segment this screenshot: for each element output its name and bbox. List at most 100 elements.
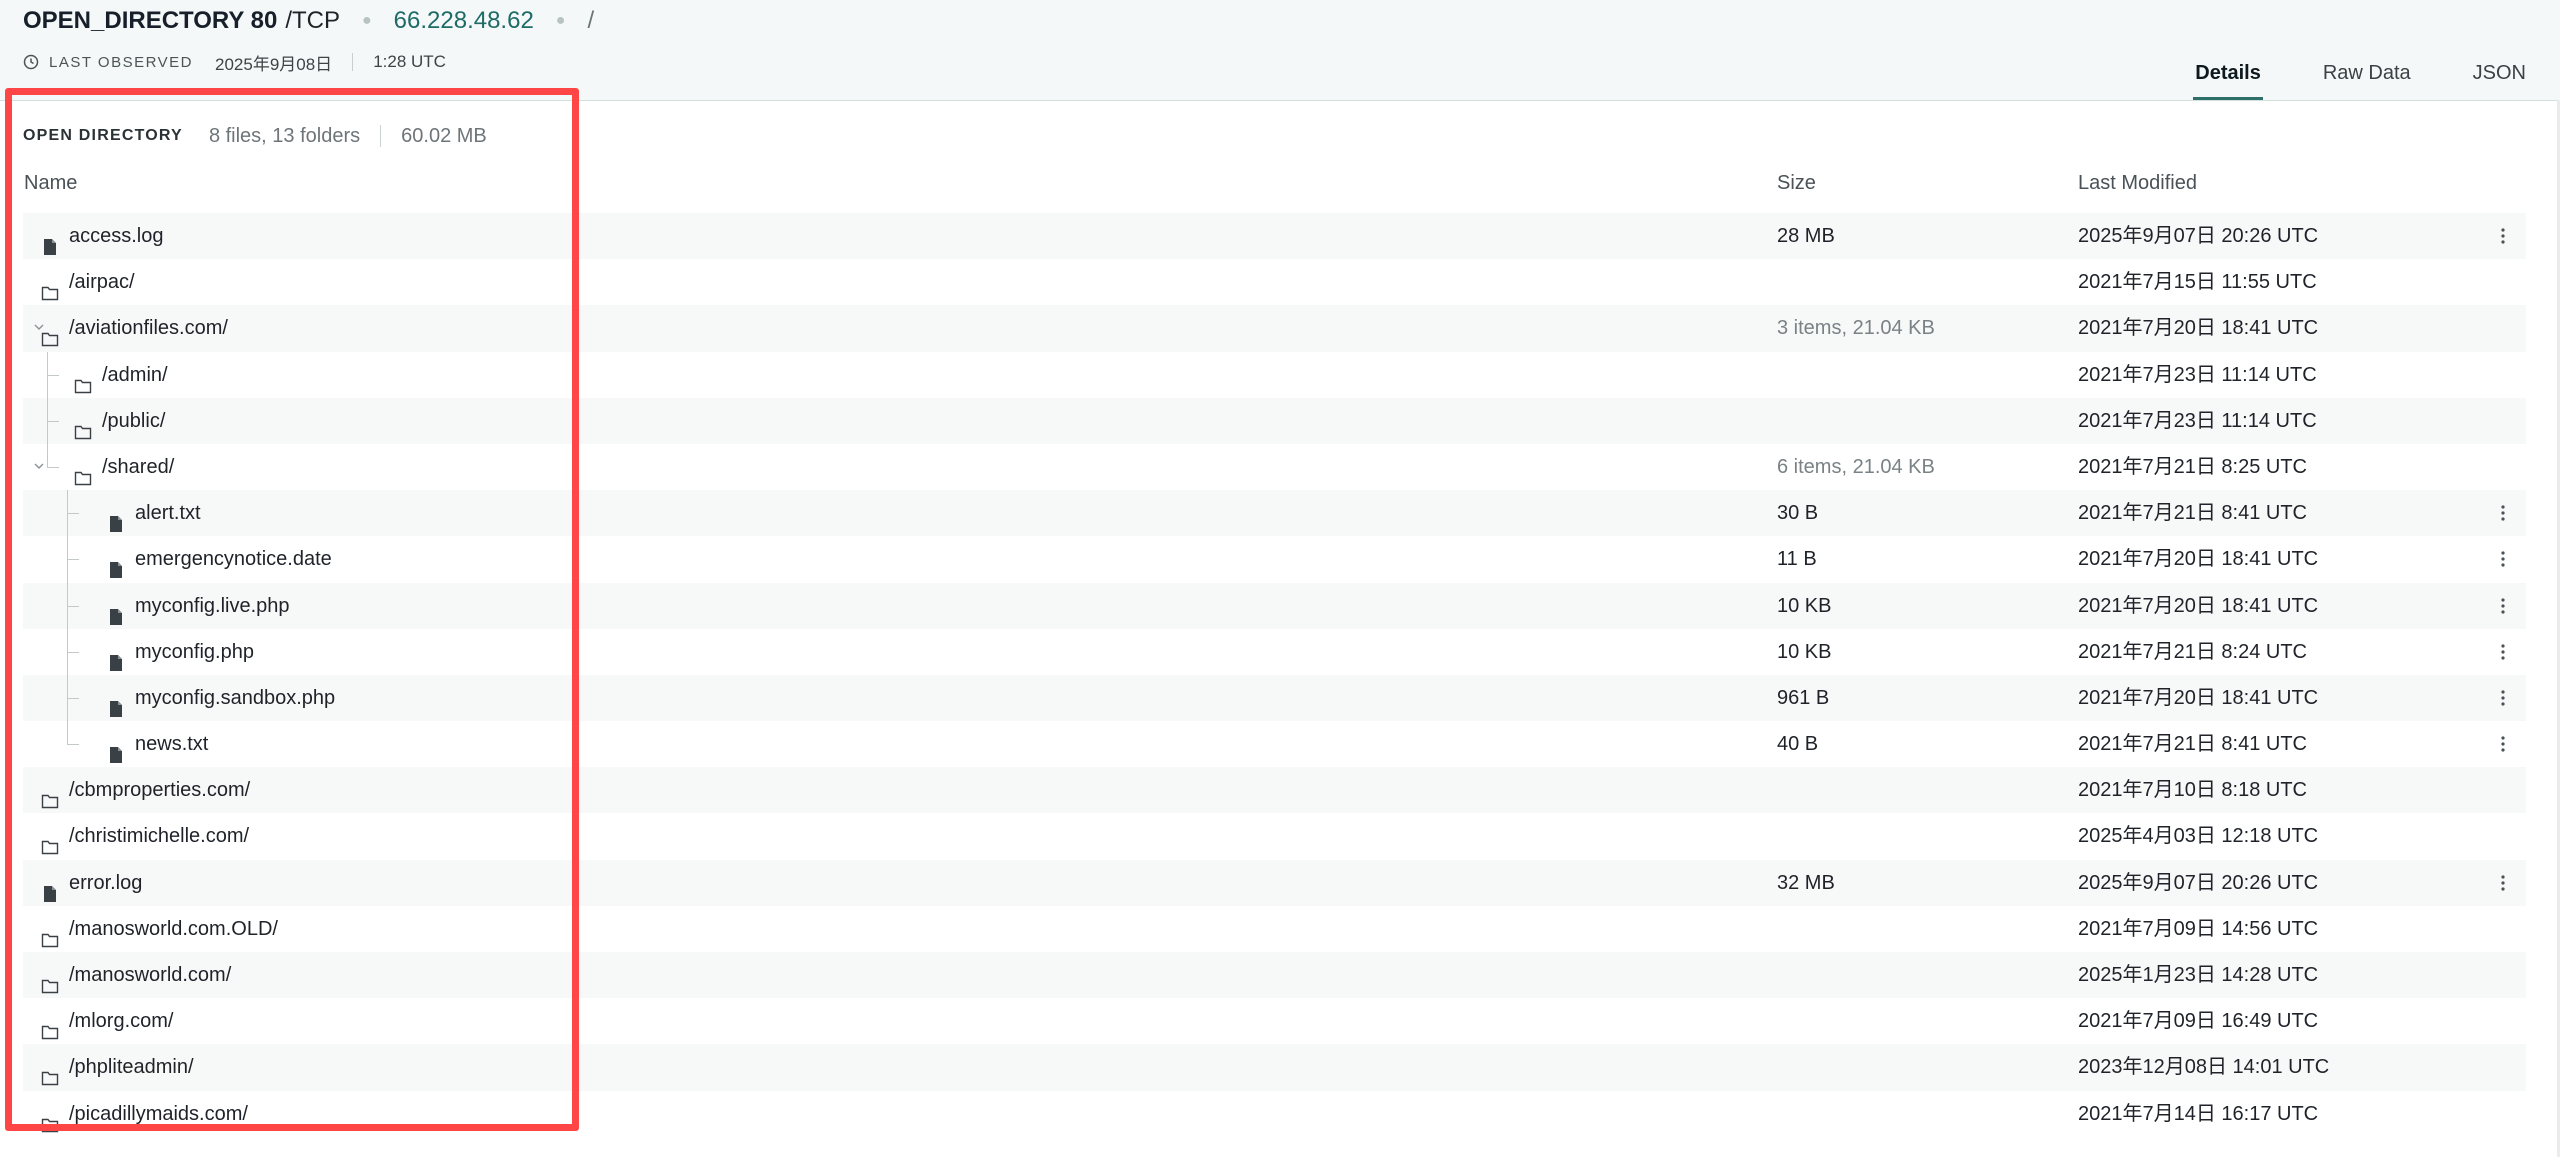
entry-modified: 2021年7月23日 11:14 UTC <box>2078 363 2317 386</box>
entry-name: emergencynotice.date <box>135 548 332 571</box>
service-name: OPEN_DIRECTORY 80 <box>23 7 278 34</box>
entry-modified: 2021年7月14日 16:17 UTC <box>2078 1102 2319 1125</box>
tab-details[interactable]: Details <box>2193 54 2263 100</box>
entry-name[interactable]: /public/ <box>102 398 165 444</box>
chevron-down-icon[interactable] <box>33 322 45 332</box>
folder-row[interactable]: /public/2021年7月23日 11:14 UTC <box>23 397 2526 444</box>
entry-size: 28 MB <box>1777 225 1835 247</box>
folder-row[interactable]: /aviationfiles.com/3 items, 21.04 KB 2021… <box>23 305 2526 352</box>
directory-summary: OPEN DIRECTORY 8 files, 13 folders 60.02… <box>23 124 487 148</box>
file-icon <box>107 504 125 533</box>
column-header-size[interactable]: Size <box>1777 172 1816 195</box>
entry-modified: 2021年7月21日 8:41 UTC <box>2078 733 2308 756</box>
entry-modified: 2021年7月20日 18:41 UTC <box>2078 548 2319 571</box>
entry-name-cell: /phpliteadmin/ <box>41 1044 194 1090</box>
chevron-down-icon[interactable] <box>33 461 45 471</box>
entry-modified: 2025年9月07日 20:26 UTC <box>2078 871 2319 894</box>
entry-name: myconfig.sandbox.php <box>135 686 336 709</box>
file-icon <box>41 227 59 255</box>
kebab-menu-icon[interactable] <box>2500 643 2506 661</box>
entry-name[interactable]: /airpac/ <box>69 259 135 305</box>
tree-line <box>67 605 79 607</box>
file-row[interactable]: news.txt 40 B 2021年7月21日 8:41 UTC <box>23 721 2526 767</box>
entry-name-cell: /manosworld.com.OLD/ <box>41 906 278 952</box>
entry-name-cell: /cbmproperties.com/ <box>41 767 250 813</box>
kebab-menu-icon[interactable] <box>2500 550 2506 568</box>
entry-name-cell: /public/ <box>74 398 165 444</box>
file-row[interactable]: myconfig.sandbox.php 961 B 2021年7月20日 18:4… <box>23 674 2526 722</box>
folder-row[interactable]: /cbmproperties.com/2021年7月10日 8:18 UTC <box>23 767 2526 814</box>
kebab-menu-icon[interactable] <box>2500 874 2506 892</box>
entry-modified: 2021年7月23日 11:14 UTC <box>2078 409 2317 432</box>
item-counts: 8 files, 13 folders <box>208 124 361 147</box>
entry-name[interactable]: /manosworld.com.OLD/ <box>69 906 278 952</box>
entry-name[interactable]: /admin/ <box>102 352 168 398</box>
entry-modified: 2021年7月21日 8:41 UTC <box>2078 502 2308 525</box>
tree-line <box>47 420 59 422</box>
folder-row[interactable]: /phpliteadmin/2023年12月08日 14:01 UTC <box>23 1044 2526 1091</box>
entry-size: 6 items, 21.04 KB <box>1777 455 1935 478</box>
entry-modified: 2023年12月08日 14:01 UTC <box>2078 1056 2330 1079</box>
kebab-menu-icon[interactable] <box>2500 689 2506 707</box>
folder-icon <box>41 920 59 948</box>
entry-size: 30 B <box>1777 502 1819 525</box>
file-icon <box>107 735 125 764</box>
entry-name[interactable]: /shared/ <box>102 444 174 490</box>
entry-name: news.txt <box>135 733 209 756</box>
entry-size: 961 B <box>1777 686 1830 709</box>
separator-dot: ● <box>361 12 372 29</box>
file-row[interactable]: myconfig.php 10 KB 2021年7月21日 8:24 UTC <box>23 629 2526 675</box>
file-row[interactable]: error.log 32 MB 2025年9月07日 20:26 UTC <box>23 859 2526 906</box>
folder-row[interactable]: /airpac/2021年7月15日 11:55 UTC <box>23 259 2526 305</box>
entry-name[interactable]: /phpliteadmin/ <box>69 1044 194 1090</box>
kebab-menu-icon[interactable] <box>2500 735 2506 753</box>
entry-name[interactable]: /cbmproperties.com/ <box>69 767 250 813</box>
file-icon <box>107 689 125 717</box>
entry-name[interactable]: /aviationfiles.com/ <box>69 305 228 351</box>
entry-modified: 2025年4月03日 12:18 UTC <box>2078 825 2319 848</box>
file-row[interactable]: access.log 28 MB 2025年9月07日 20:26 UTC <box>23 213 2526 260</box>
folder-row[interactable]: /manosworld.com.OLD/2021年7月09日 14:56 UTC <box>23 906 2526 952</box>
entry-modified: 2021年7月20日 18:41 UTC <box>2078 594 2319 617</box>
entry-size: 11 B <box>1777 548 1817 571</box>
column-header-modified[interactable]: Last Modified <box>2078 172 2197 195</box>
folder-icon <box>74 366 92 393</box>
tab-json[interactable]: JSON <box>2473 54 2526 92</box>
column-header-name[interactable]: Name <box>24 172 77 195</box>
entry-modified: 2021年7月21日 8:25 UTC <box>2078 455 2308 478</box>
entry-size: 10 KB <box>1777 594 1832 617</box>
kebab-menu-icon[interactable] <box>2500 504 2506 522</box>
last-observed-time: 1:28 UTC <box>373 52 446 71</box>
folder-row[interactable]: /picadillymaids.com/2021年7月14日 16:17 UTC <box>23 1091 2526 1137</box>
entry-name[interactable]: /christimichelle.com/ <box>69 813 249 859</box>
file-row[interactable]: myconfig.live.php 10 KB 2021年7月20日 18:41 U… <box>23 582 2526 629</box>
entry-modified: 2021年7月20日 18:41 UTC <box>2078 686 2319 709</box>
folder-row[interactable]: /manosworld.com/2025年1月23日 14:28 UTC <box>23 952 2526 999</box>
divider <box>380 125 382 147</box>
entry-name[interactable]: /mlorg.com/ <box>69 998 173 1044</box>
entry-name-cell: myconfig.sandbox.php <box>107 675 335 721</box>
tab-raw-data[interactable]: Raw Data <box>2323 54 2411 92</box>
kebab-menu-icon[interactable] <box>2500 597 2506 615</box>
entry-modified: 2021年7月10日 8:18 UTC <box>2078 779 2308 802</box>
tree-line <box>47 351 48 467</box>
host-ip-link[interactable]: 66.228.48.62 <box>394 7 534 35</box>
file-row[interactable]: emergencynotice.date 11 B 2021年7月20日 18:41… <box>23 536 2526 582</box>
folder-icon <box>41 966 59 994</box>
folder-row[interactable]: /christimichelle.com/2025年4月03日 12:18 UT… <box>23 813 2526 859</box>
entry-size: 32 MB <box>1777 871 1835 894</box>
last-observed-date: 2025年9月08日 <box>215 54 333 74</box>
tree-line <box>47 374 59 376</box>
entry-modified: 2021年7月15日 11:55 UTC <box>2078 271 2317 294</box>
folder-row[interactable]: /shared/6 items, 21.04 KB 2021年7月21日 8:25… <box>23 444 2526 490</box>
entry-modified: 2021年7月09日 14:56 UTC <box>2078 917 2319 940</box>
folder-row[interactable]: /mlorg.com/2021年7月09日 16:49 UTC <box>23 998 2526 1044</box>
entry-name[interactable]: /picadillymaids.com/ <box>69 1091 248 1137</box>
folder-row[interactable]: /admin/2021年7月23日 11:14 UTC <box>23 352 2526 398</box>
kebab-menu-icon[interactable] <box>2500 227 2506 245</box>
entry-name: alert.txt <box>135 502 201 525</box>
entry-name[interactable]: /manosworld.com/ <box>69 952 231 998</box>
entry-name-cell: /airpac/ <box>41 259 135 305</box>
file-row[interactable]: alert.txt 30 B 2021年7月21日 8:41 UTC <box>23 490 2526 537</box>
folder-icon <box>41 827 59 855</box>
